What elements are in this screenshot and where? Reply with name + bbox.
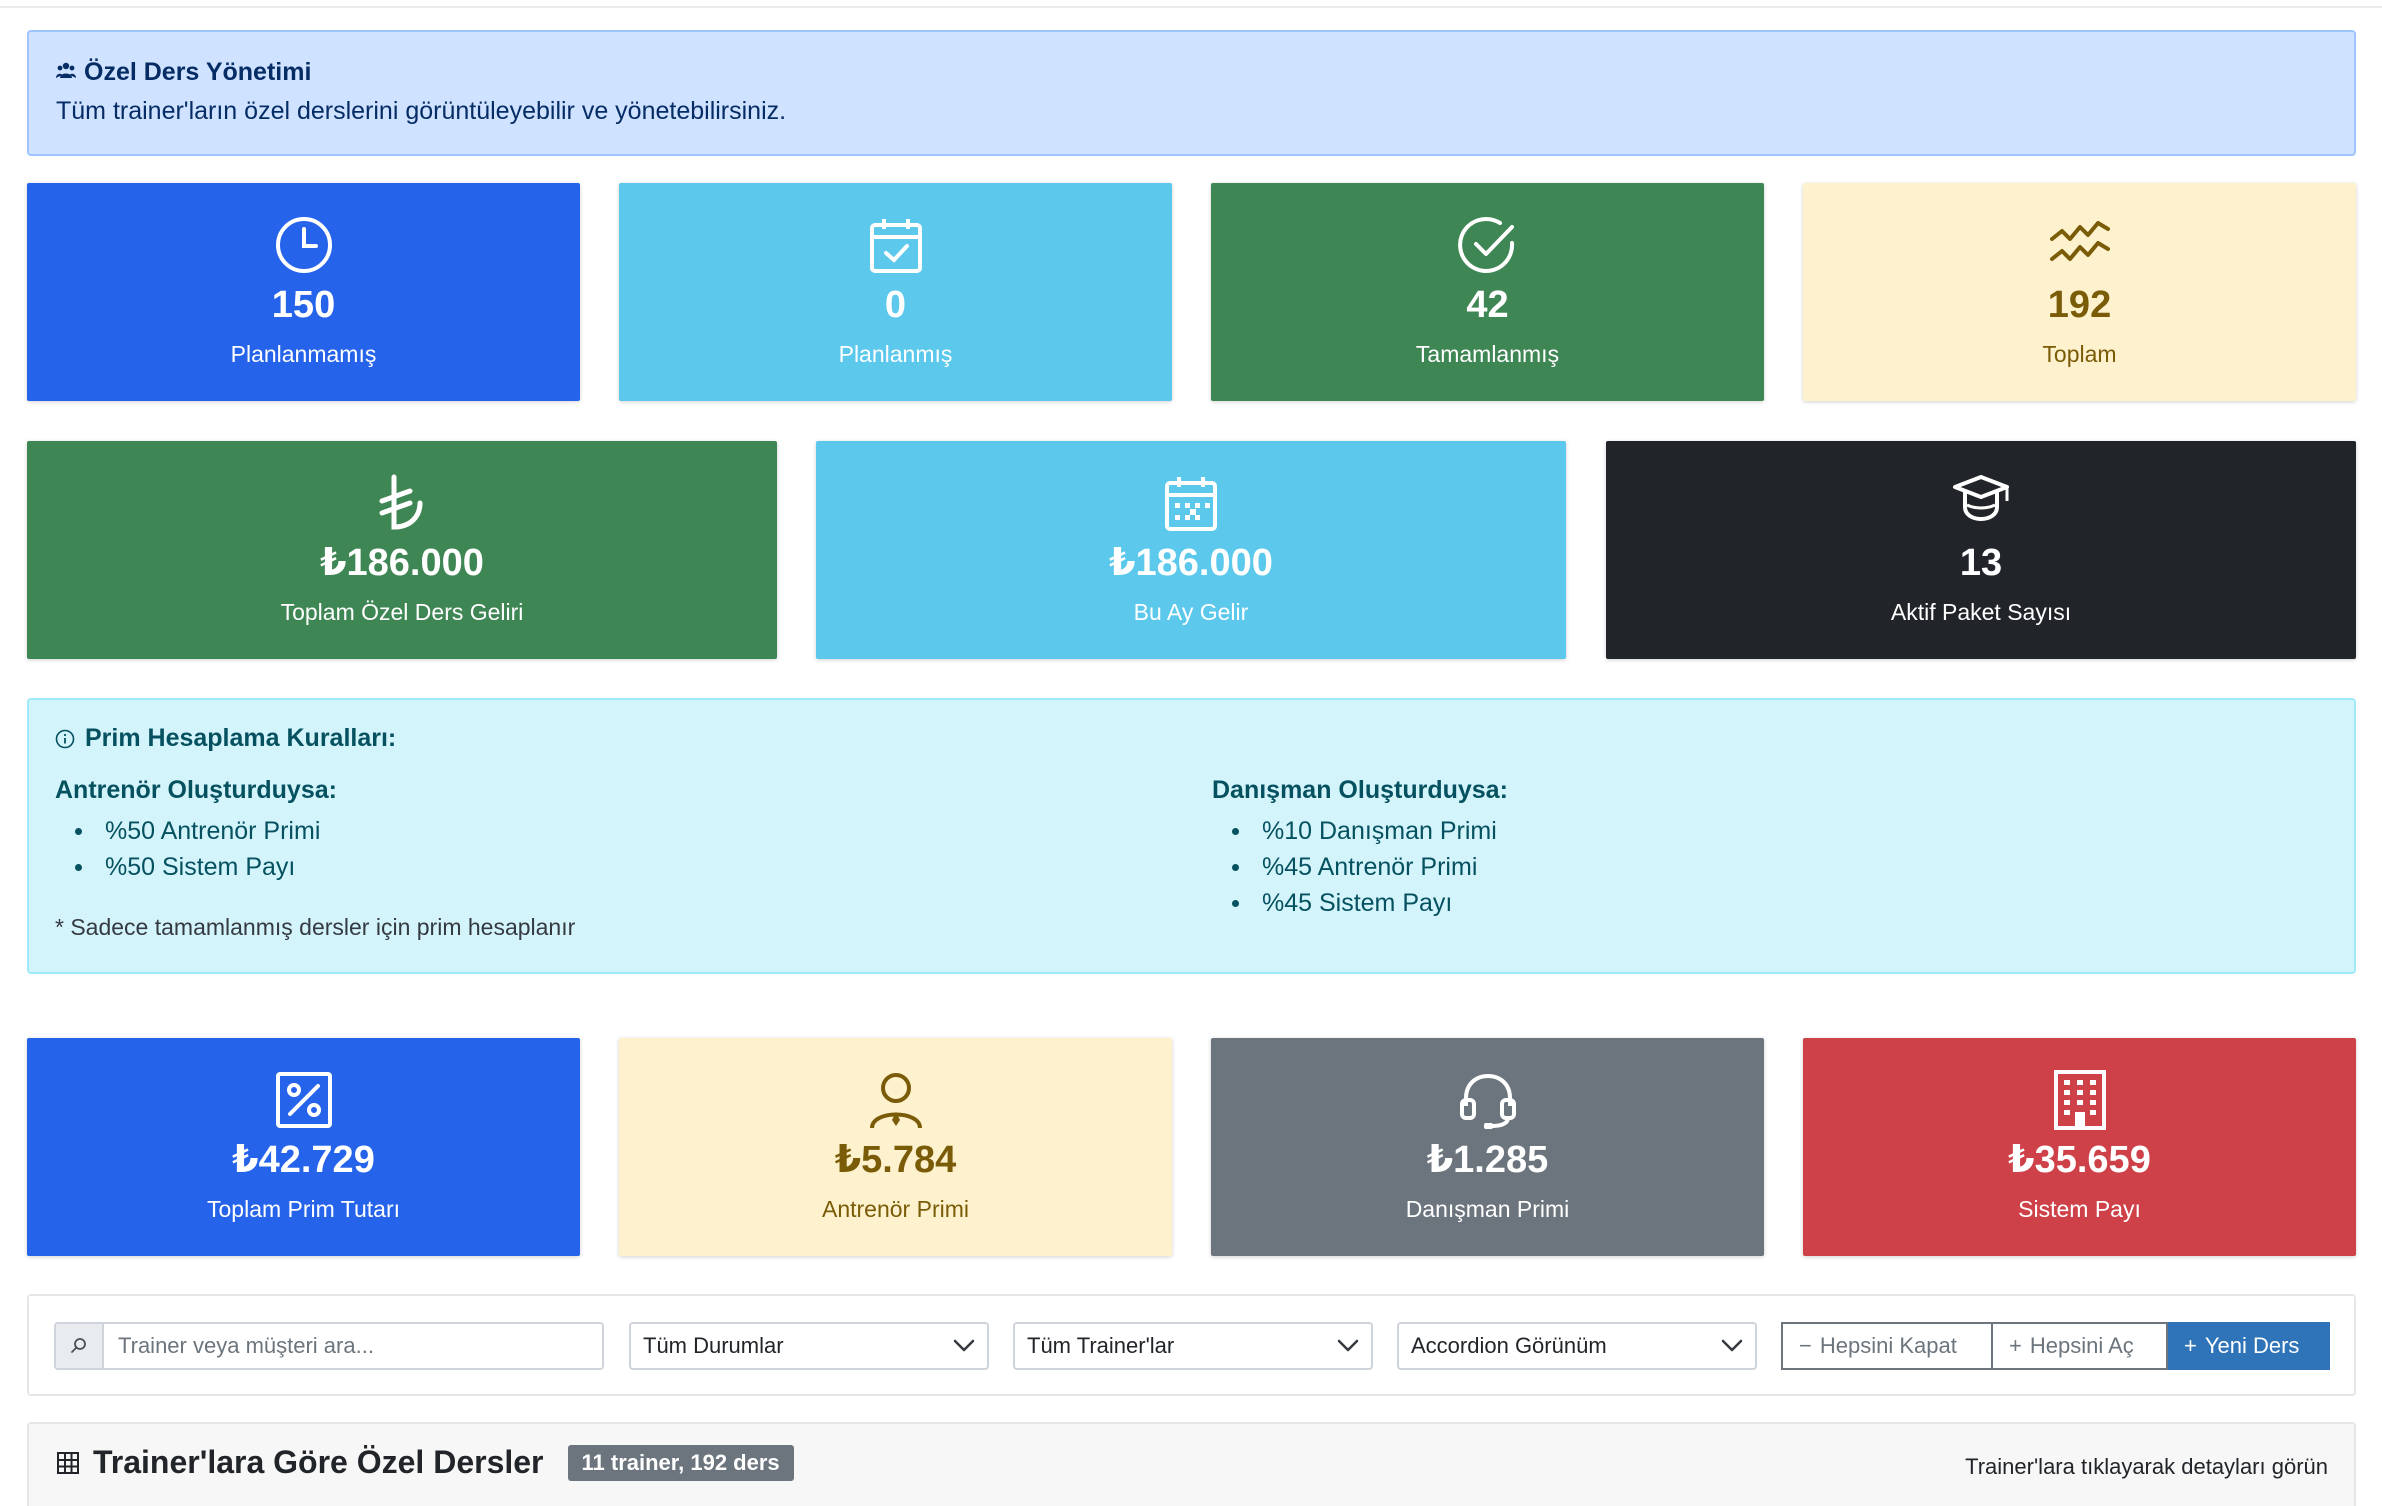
revenue-card-total: ₺186.000 Toplam Özel Ders Geliri	[27, 441, 777, 659]
percent-icon	[275, 1072, 332, 1128]
active-package-card: 13 Aktif Paket Sayısı	[1606, 441, 2356, 659]
stat-value: 0	[884, 284, 907, 326]
stat-value: 192	[2047, 284, 2112, 326]
revenue-label: Bu Ay Gelir	[1133, 599, 1249, 625]
plus-icon: +	[2184, 1333, 2197, 1358]
table-icon	[57, 1451, 79, 1474]
revenue-label: Toplam Özel Ders Geliri	[280, 599, 524, 625]
trainer-rules-list: %50 Antrenör Primi %50 Sistem Payı	[55, 813, 337, 885]
top-divider	[0, 6, 2382, 8]
consultant-rules: Danışman Oluşturduysa: %10 Danışman Prim…	[1212, 776, 1508, 921]
group-icon	[56, 61, 76, 85]
check-circle-icon	[1457, 217, 1514, 273]
count-badge: 11 trainer, 192 ders	[567, 1444, 794, 1481]
mortarboard-icon	[1953, 475, 2009, 521]
section-hint: Trainer'lara tıklayarak detayları görün	[1965, 1454, 2328, 1479]
view-select[interactable]: Accordion Görünüm	[1397, 1322, 1757, 1370]
commission-label: Danışman Primi	[1405, 1196, 1570, 1222]
clock-icon	[275, 217, 332, 273]
commission-label: Toplam Prim Tutarı	[207, 1196, 400, 1222]
list-item: %45 Sistem Payı	[1212, 885, 1508, 921]
expand-all-label: Hepsini Aç	[2029, 1333, 2134, 1358]
commission-card-total: ₺42.729 Toplam Prim Tutarı	[27, 1038, 580, 1256]
rules-note: * Sadece tamamlanmış dersler için prim h…	[55, 914, 576, 940]
list-item: %45 Antrenör Primi	[1212, 849, 1508, 885]
stat-value: 150	[271, 284, 336, 326]
search-input[interactable]	[104, 1324, 602, 1368]
info-icon	[55, 729, 75, 748]
search-icon	[56, 1324, 104, 1368]
status-select-value: Tüm Durumlar	[643, 1333, 784, 1358]
new-lesson-button[interactable]: + Yeni Ders	[2168, 1322, 2330, 1370]
stat-value: 42	[1466, 284, 1509, 326]
list-item: %10 Danışman Primi	[1212, 813, 1508, 849]
calendar-check-icon	[869, 219, 922, 273]
calendar-icon	[1165, 477, 1217, 531]
expand-all-button[interactable]: + Hepsini Aç	[1993, 1322, 2168, 1370]
commission-label: Antrenör Primi	[822, 1196, 969, 1222]
stat-label: Planlanmamış	[230, 341, 377, 367]
search-group	[54, 1322, 604, 1370]
stat-card-planned: 0 Planlanmış	[619, 183, 1172, 401]
stat-label: Planlanmış	[838, 341, 953, 367]
trainer-select-value: Tüm Trainer'lar	[1027, 1333, 1175, 1358]
activity-icon	[2049, 221, 2110, 261]
chevron-down-icon	[1337, 1339, 1359, 1352]
commission-value: ₺42.729	[232, 1139, 375, 1181]
revenue-value: ₺186.000	[320, 542, 484, 584]
action-button-group: − Hepsini Kapat + Hepsini Aç + Yeni Ders	[1781, 1322, 2330, 1370]
consultant-rules-list: %10 Danışman Primi %45 Antrenör Primi %4…	[1212, 813, 1508, 921]
trainer-rules-heading: Antrenör Oluşturduysa:	[55, 776, 337, 804]
commission-card-consultant: ₺1.285 Danışman Primi	[1211, 1038, 1764, 1256]
commission-value: ₺5.784	[834, 1139, 957, 1181]
revenue-card-month: ₺186.000 Bu Ay Gelir	[816, 441, 1566, 659]
stat-card-total: 192 Toplam	[1803, 183, 2356, 401]
lira-icon	[379, 474, 423, 530]
trainer-select[interactable]: Tüm Trainer'lar	[1013, 1322, 1373, 1370]
new-lesson-label: Yeni Ders	[2204, 1333, 2300, 1358]
page-title-text: Özel Ders Yönetimi	[84, 58, 312, 86]
section-title: Trainer'lara Göre Özel Dersler 11 traine…	[57, 1444, 794, 1481]
collapse-all-button[interactable]: − Hepsini Kapat	[1781, 1322, 1993, 1370]
list-item: %50 Antrenör Primi	[55, 813, 337, 849]
collapse-all-label: Hepsini Kapat	[1819, 1333, 1957, 1358]
revenue-value: ₺186.000	[1109, 542, 1273, 584]
status-select[interactable]: Tüm Durumlar	[629, 1322, 989, 1370]
commission-card-trainer: ₺5.784 Antrenör Primi	[619, 1038, 1172, 1256]
commission-rules-info: Prim Hesaplama Kuralları: Antrenör Oluşt…	[27, 698, 2356, 974]
minus-icon: −	[1799, 1333, 1812, 1358]
building-icon	[2053, 1070, 2106, 1130]
plus-icon: +	[2009, 1333, 2022, 1358]
stat-card-completed: 42 Tamamlanmış	[1211, 183, 1764, 401]
headset-icon	[1459, 1073, 1516, 1129]
consultant-rules-heading: Danışman Oluşturduysa:	[1212, 776, 1508, 804]
list-item: %50 Sistem Payı	[55, 849, 337, 885]
page-title: Özel Ders Yönetimi	[56, 58, 2327, 87]
chevron-down-icon	[1721, 1339, 1743, 1352]
rules-title: Prim Hesaplama Kuralları:	[55, 724, 2328, 753]
revenue-label: Aktif Paket Sayısı	[1890, 599, 2072, 625]
trainer-rules: Antrenör Oluşturduysa: %50 Antrenör Prim…	[55, 776, 337, 885]
view-select-value: Accordion Görünüm	[1411, 1333, 1607, 1358]
commission-label: Sistem Payı	[2018, 1196, 2141, 1222]
stat-label: Tamamlanmış	[1415, 341, 1560, 367]
section-title-text: Trainer'lara Göre Özel Dersler	[93, 1444, 544, 1480]
stat-card-unplanned: 150 Planlanmamış	[27, 183, 580, 401]
trainer-lessons-section: Trainer'lara Göre Özel Dersler 11 traine…	[27, 1422, 2356, 1506]
commission-value: ₺35.659	[2008, 1139, 2151, 1181]
filter-bar: Tüm Durumlar Tüm Trainer'lar Accordion G…	[27, 1294, 2356, 1396]
commission-value: ₺1.285	[1426, 1139, 1549, 1181]
commission-card-system: ₺35.659 Sistem Payı	[1803, 1038, 2356, 1256]
person-icon	[869, 1073, 922, 1129]
stat-label: Toplam	[2042, 341, 2117, 367]
revenue-value: 13	[1959, 542, 2003, 584]
rules-title-text: Prim Hesaplama Kuralları:	[85, 724, 397, 752]
chevron-down-icon	[953, 1339, 975, 1352]
page-header-alert: Özel Ders Yönetimi Tüm trainer'ların öze…	[27, 30, 2356, 156]
page-description: Tüm trainer'ların özel derslerini görünt…	[56, 97, 787, 125]
